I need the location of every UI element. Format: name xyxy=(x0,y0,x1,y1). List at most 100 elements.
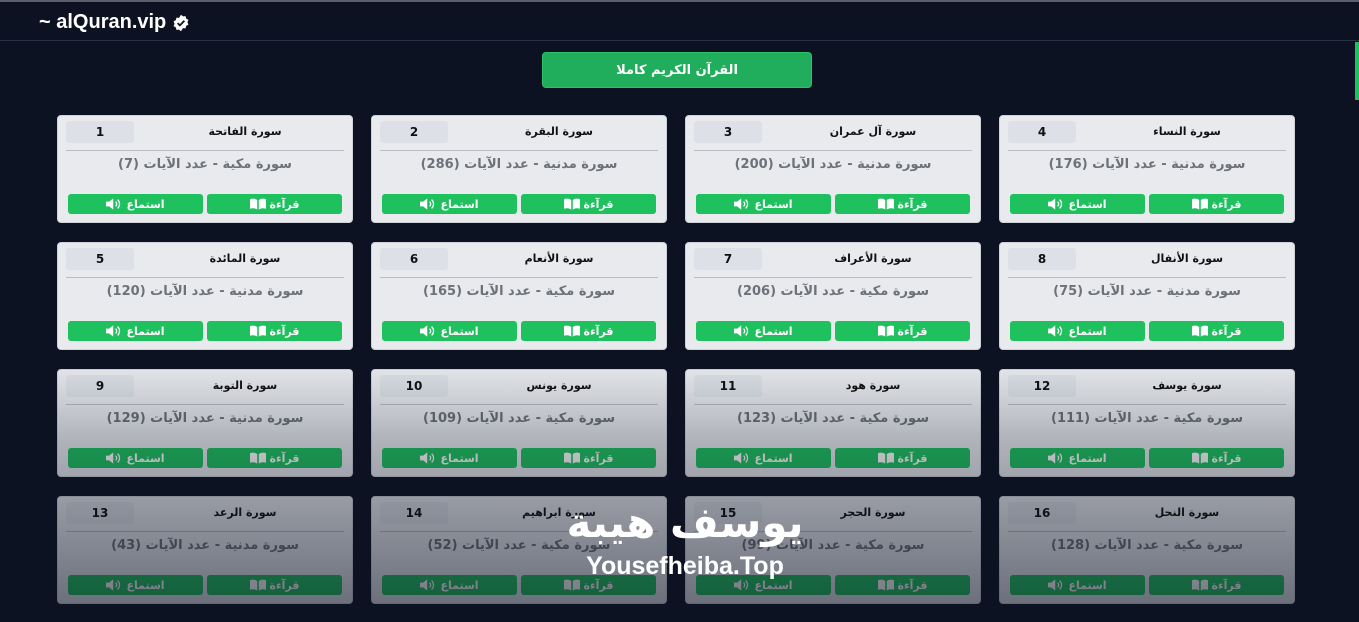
read-button[interactable]: قرآءة xyxy=(521,194,656,214)
listen-label: استماع xyxy=(126,578,165,592)
listen-button[interactable]: استماع xyxy=(68,575,203,595)
listen-button[interactable]: استماع xyxy=(68,321,203,341)
surah-card-header: 6 سورة الأنعام xyxy=(380,243,658,278)
open-book-icon xyxy=(1191,198,1208,210)
listen-button[interactable]: استماع xyxy=(1010,575,1145,595)
surah-card: 2 سورة البقرة سورة مدنية - عدد الآيات (2… xyxy=(371,115,667,223)
speaker-icon xyxy=(106,452,121,464)
surah-number: 12 xyxy=(1008,375,1076,397)
scroll-indicator[interactable] xyxy=(1355,42,1359,100)
read-button[interactable]: قرآءة xyxy=(1149,321,1284,341)
surah-name: سورة النحل xyxy=(1154,506,1220,519)
read-button[interactable]: قرآءة xyxy=(1149,448,1284,468)
listen-label: استماع xyxy=(1068,578,1107,592)
surah-card-header: 7 سورة الأعراف xyxy=(694,243,972,278)
open-book-icon xyxy=(563,579,580,591)
open-book-icon xyxy=(249,198,266,210)
surah-card: 5 سورة المائدة سورة مدنية - عدد الآيات (… xyxy=(57,242,353,350)
read-button[interactable]: قرآءة xyxy=(835,321,970,341)
surah-name: سورة الأنفال xyxy=(1150,252,1224,265)
speaker-icon xyxy=(734,579,749,591)
surah-info: سورة مدنية - عدد الآيات (75) xyxy=(1053,284,1241,299)
surah-number: 8 xyxy=(1008,248,1076,270)
surah-card-header: 14 سورة ابراهيم xyxy=(380,497,658,532)
surah-actions: استماع قرآءة xyxy=(68,321,342,341)
listen-label: استماع xyxy=(1068,324,1107,338)
listen-button[interactable]: استماع xyxy=(68,448,203,468)
listen-button[interactable]: استماع xyxy=(1010,321,1145,341)
brand-name: ~ alQuran.vip xyxy=(39,11,167,33)
open-book-icon xyxy=(249,452,266,464)
read-label: قرآءة xyxy=(269,324,300,338)
surah-actions: استماع قرآءة xyxy=(1010,575,1284,595)
open-book-icon xyxy=(877,579,894,591)
surah-card: 7 سورة الأعراف سورة مكية - عدد الآيات (2… xyxy=(685,242,981,350)
verified-badge-icon xyxy=(173,14,189,31)
read-button[interactable]: قرآءة xyxy=(1149,575,1284,595)
surah-card: 11 سورة هود سورة مكية - عدد الآيات (123)… xyxy=(685,369,981,477)
listen-button[interactable]: استماع xyxy=(68,194,203,214)
surah-actions: استماع قرآءة xyxy=(1010,321,1284,341)
surah-number: 16 xyxy=(1008,502,1076,524)
read-button[interactable]: قرآءة xyxy=(207,575,342,595)
surah-number: 14 xyxy=(380,502,448,524)
surah-number: 7 xyxy=(694,248,762,270)
read-button[interactable]: قرآءة xyxy=(521,575,656,595)
listen-button[interactable]: استماع xyxy=(382,448,517,468)
surah-card: 9 سورة التوبة سورة مدنية - عدد الآيات (1… xyxy=(57,369,353,477)
read-button[interactable]: قرآءة xyxy=(207,194,342,214)
surah-number: 1 xyxy=(66,121,134,143)
surah-card-header: 16 سورة النحل xyxy=(1008,497,1286,532)
listen-button[interactable]: استماع xyxy=(696,448,831,468)
surah-name: سورة النساء xyxy=(1153,125,1221,138)
surah-info: سورة مدنية - عدد الآيات (200) xyxy=(734,157,932,172)
surah-card-header: 4 سورة النساء xyxy=(1008,116,1286,151)
surah-name: سورة الفاتحة xyxy=(208,125,282,138)
listen-label: استماع xyxy=(440,578,479,592)
read-button[interactable]: قرآءة xyxy=(835,448,970,468)
surah-name: سورة يوسف xyxy=(1152,379,1222,392)
read-button[interactable]: قرآءة xyxy=(207,448,342,468)
surah-info: سورة مكية - عدد الآيات (111) xyxy=(1051,411,1243,426)
listen-button[interactable]: استماع xyxy=(696,575,831,595)
listen-button[interactable]: استماع xyxy=(382,575,517,595)
listen-button[interactable]: استماع xyxy=(1010,448,1145,468)
read-label: قرآءة xyxy=(1211,197,1242,211)
surah-actions: استماع قرآءة xyxy=(382,448,656,468)
brand-link[interactable]: ~ alQuran.vip xyxy=(39,11,190,34)
listen-button[interactable]: استماع xyxy=(696,194,831,214)
read-label: قرآءة xyxy=(269,578,300,592)
full-quran-button[interactable]: القرآن الكريم كاملا xyxy=(542,52,812,88)
read-button[interactable]: قرآءة xyxy=(521,321,656,341)
read-button[interactable]: قرآءة xyxy=(835,194,970,214)
open-book-icon xyxy=(249,579,266,591)
speaker-icon xyxy=(1048,198,1063,210)
read-label: قرآءة xyxy=(897,324,928,338)
read-label: قرآءة xyxy=(897,197,928,211)
surah-info: سورة مكية - عدد الآيات (128) xyxy=(1051,538,1243,553)
surah-actions: استماع قرآءة xyxy=(68,194,342,214)
surah-info: سورة مكية - عدد الآيات (123) xyxy=(737,411,929,426)
speaker-icon xyxy=(106,325,121,337)
listen-button[interactable]: استماع xyxy=(382,321,517,341)
surah-card-header: 11 سورة هود xyxy=(694,370,972,405)
surah-actions: استماع قرآءة xyxy=(696,448,970,468)
read-button[interactable]: قرآءة xyxy=(521,448,656,468)
speaker-icon xyxy=(734,325,749,337)
read-button[interactable]: قرآءة xyxy=(835,575,970,595)
open-book-icon xyxy=(249,325,266,337)
listen-label: استماع xyxy=(126,197,165,211)
listen-button[interactable]: استماع xyxy=(382,194,517,214)
read-button[interactable]: قرآءة xyxy=(1149,194,1284,214)
listen-button[interactable]: استماع xyxy=(1010,194,1145,214)
surah-name: سورة الحجر xyxy=(840,506,906,519)
header: ~ alQuran.vip xyxy=(0,2,1359,41)
open-book-icon xyxy=(1191,325,1208,337)
listen-button[interactable]: استماع xyxy=(696,321,831,341)
surah-actions: استماع قرآءة xyxy=(382,194,656,214)
surah-info: سورة مدنية - عدد الآيات (43) xyxy=(111,538,299,553)
surah-card: 3 سورة آل عمران سورة مدنية - عدد الآيات … xyxy=(685,115,981,223)
surah-actions: استماع قرآءة xyxy=(696,194,970,214)
surah-number: 15 xyxy=(694,502,762,524)
read-button[interactable]: قرآءة xyxy=(207,321,342,341)
